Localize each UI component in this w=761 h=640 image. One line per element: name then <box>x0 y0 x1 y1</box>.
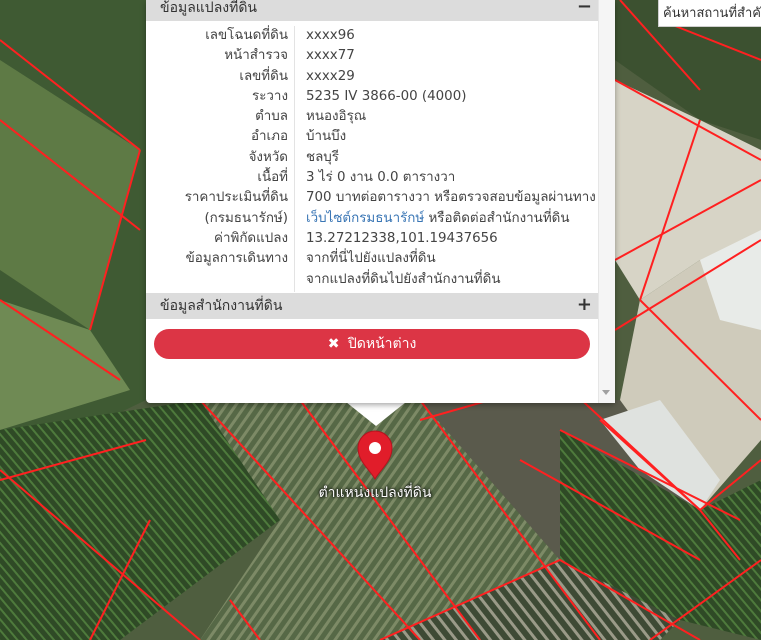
row-label: เลขโฉนดที่ดิน <box>205 28 288 43</box>
directions-to-office-link[interactable]: จากแปลงที่ดินไปยังสำนักงานที่ดิน <box>306 270 501 290</box>
section-title-land-office: ข้อมูลสำนักงานที่ดิน <box>160 298 283 314</box>
table-row: จากแปลงที่ดินไปยังสำนักงานที่ดิน <box>146 270 598 290</box>
table-row: จังหวัด ชลบุรี <box>146 148 598 168</box>
popup-tip <box>346 402 406 426</box>
row-value: 5235 IV 3866-00 (4000) <box>306 88 467 104</box>
row-label: (กรมธนารักษ์) <box>204 210 288 226</box>
section-title-parcel: ข้อมูลแปลงที่ดิน <box>160 0 258 16</box>
row-value: บ้านบึง <box>306 129 347 145</box>
row-value: xxxx77 <box>306 48 355 64</box>
row-label: เลขที่ดิน <box>239 68 288 84</box>
table-row: อำเภอ บ้านบึง <box>146 127 598 147</box>
row-label: อำเภอ <box>250 129 288 145</box>
scroll-down-arrow-icon[interactable] <box>602 390 610 395</box>
table-row: ราคาประเมินที่ดิน 700 บาทต่อตารางวา หรือ… <box>146 188 598 208</box>
section-header-parcel[interactable]: ข้อมูลแปลงที่ดิน − <box>146 0 598 21</box>
table-row: ค่าพิกัดแปลง 13.27212338,101.19437656 <box>146 229 598 249</box>
table-row: หน้าสำรวจ xxxx77 <box>146 46 598 66</box>
row-label: ตำบล <box>255 109 288 125</box>
table-row: (กรมธนารักษ์) เว็บไซต์กรมธนารักษ์ หรือติ… <box>146 209 598 229</box>
row-value: หนองอิรุณ <box>306 109 367 125</box>
row-label: ราคาประเมินที่ดิน <box>184 190 288 206</box>
table-row: ระวาง 5235 IV 3866-00 (4000) <box>146 87 598 107</box>
table-row: เลขที่ดิน xxxx29 <box>146 67 598 87</box>
row-value-rest: หรือติดต่อสำนักงานที่ดิน <box>424 210 570 226</box>
section-header-land-office[interactable]: ข้อมูลสำนักงานที่ดิน + <box>146 293 598 319</box>
table-row: เลขโฉนดที่ดิน xxxx96 <box>146 26 598 46</box>
table-row: ตำบล หนองอิรุณ <box>146 107 598 127</box>
parcel-info-table: เลขโฉนดที่ดิน xxxx96 หน้าสำรวจ xxxx77 เล… <box>146 26 598 290</box>
collapse-icon[interactable]: − <box>577 0 592 19</box>
row-label: ข้อมูลการเดินทาง <box>185 251 288 267</box>
close-icon: ✖ <box>327 336 340 352</box>
close-window-button[interactable]: ✖ ปิดหน้าต่าง <box>154 329 590 359</box>
row-value: เว็บไซต์กรมธนารักษ์ หรือติดต่อสำนักงานที… <box>306 209 570 229</box>
row-value: xxxx29 <box>306 68 355 84</box>
directions-to-parcel-link[interactable]: จากที่นี่ไปยังแปลงที่ดิน <box>306 249 436 269</box>
expand-icon[interactable]: + <box>577 293 592 317</box>
table-row: ข้อมูลการเดินทาง จากที่นี่ไปยังแปลงที่ดิ… <box>146 249 598 269</box>
row-label: ค่าพิกัดแปลง <box>214 230 288 246</box>
treasury-website-link[interactable]: เว็บไซต์กรมธนารักษ์ <box>306 211 424 226</box>
popup-scrollbar[interactable] <box>598 0 615 403</box>
close-button-label: ปิดหน้าต่าง <box>347 336 417 352</box>
marker-label: ตำแหน่งแปลงที่ดิน <box>318 485 432 501</box>
row-label: จังหวัด <box>248 149 288 165</box>
row-label: เนื้อที่ <box>257 170 288 186</box>
landmark-search-input[interactable]: ค้นหาสถานที่สำคัญ <box>658 0 761 27</box>
row-value: ชลบุรี <box>306 149 339 165</box>
row-value: xxxx96 <box>306 28 355 43</box>
coordinates-link[interactable]: 13.27212338,101.19437656 <box>306 229 498 249</box>
parcel-info-popup: ข้อมูลแปลงที่ดิน − เลขโฉนดที่ดิน xxxx96 … <box>146 0 615 403</box>
row-value: 3 ไร่ 0 งาน 0.0 ตารางวา <box>306 170 456 186</box>
row-value: 700 บาทต่อตารางวา หรือตรวจสอบข้อมูลผ่านท… <box>306 190 596 206</box>
row-label: หน้าสำรวจ <box>224 48 288 64</box>
row-label: ระวาง <box>252 88 288 104</box>
table-row: เนื้อที่ 3 ไร่ 0 งาน 0.0 ตารางวา <box>146 168 598 188</box>
